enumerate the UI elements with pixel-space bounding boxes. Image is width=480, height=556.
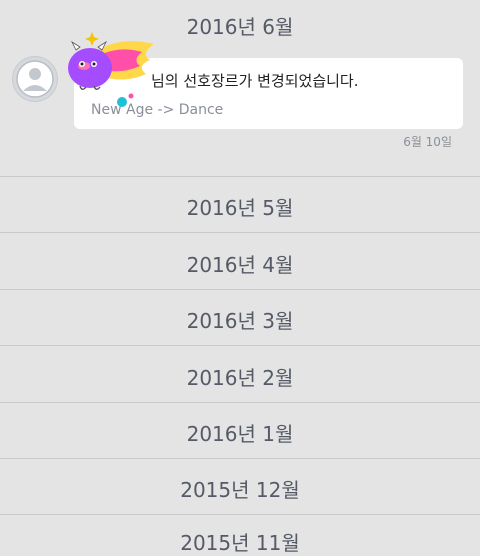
notification-title: 님의 선호장르가 변경되었습니다.: [151, 72, 359, 90]
month-header-2016-01[interactable]: 2016년 1월: [0, 418, 480, 447]
divider: [0, 289, 480, 290]
divider: [0, 402, 480, 403]
month-header-2016-05[interactable]: 2016년 5월: [0, 192, 480, 221]
notification-date: 6월 10일: [403, 135, 452, 149]
divider: [0, 176, 480, 177]
divider: [0, 458, 480, 459]
month-header-2015-11[interactable]: 2015년 11월: [0, 527, 480, 556]
divider: [0, 514, 480, 515]
month-header-2016-03[interactable]: 2016년 3월: [0, 305, 480, 334]
month-header-2015-12[interactable]: 2015년 12월: [0, 474, 480, 503]
purple-blob-sticker-icon: [68, 32, 154, 107]
month-header-2016-02[interactable]: 2016년 2월: [0, 362, 480, 391]
divider: [0, 345, 480, 346]
avatar[interactable]: [12, 56, 58, 102]
divider: [0, 232, 480, 233]
month-header-2016-04[interactable]: 2016년 4월: [0, 249, 480, 278]
default-user-avatar-icon: [16, 60, 54, 98]
